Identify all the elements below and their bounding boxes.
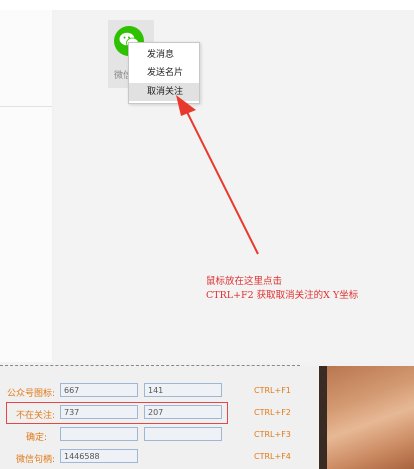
field-confirm-x[interactable] [60,427,138,441]
row-label-account-icon: 公众号图标: [6,389,55,399]
context-menu: 发消息 发送名片 取消关注 [128,42,200,104]
menu-item-unfollow[interactable]: 取消关注 [129,83,199,101]
background-photo [319,366,414,469]
field-account-icon-y[interactable]: 141 [144,383,222,397]
hotkey-ctrl-f2: CTRL+F2 [254,408,291,417]
hotkey-ctrl-f4: CTRL+F4 [254,452,291,461]
menu-item-send-message[interactable]: 发消息 [129,46,199,64]
row-label-confirm: 确定: [25,433,47,443]
menu-item-send-card[interactable]: 发送名片 [129,64,199,82]
field-confirm-y[interactable] [144,427,222,441]
annotation-line-1: 鼠标放在这里点击 [206,276,283,287]
hotkey-ctrl-f1: CTRL+F1 [254,386,291,395]
row-label-wechat-handle: 微信句柄: [15,455,55,465]
left-panel [0,10,52,362]
annotation-text: 鼠标放在这里点击 CTRL+F2 获取取消关注的X Y坐标 [206,275,406,303]
annotation-line-2: CTRL+F2 获取取消关注的X Y坐标 [206,290,359,301]
top-strip [0,0,414,10]
field-wechat-handle[interactable]: 1446588 [60,449,138,463]
photo-edge [319,366,327,469]
hotkey-ctrl-f3: CTRL+F3 [254,430,291,439]
field-account-icon-x[interactable]: 667 [60,383,138,397]
left-divider [0,106,52,107]
highlight-box [6,402,228,424]
